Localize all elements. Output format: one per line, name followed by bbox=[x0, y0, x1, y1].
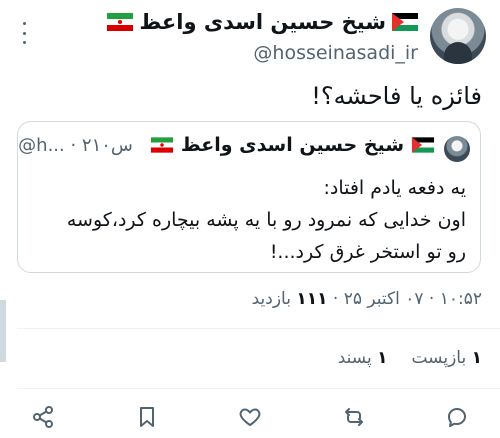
quoted-tweet-header: @h... · ۲۱۰س شیخ حسین اسدی واعظ bbox=[18, 134, 436, 156]
quoted-tweet-card[interactable]: @h... · ۲۱۰س شیخ حسین اسدی واعظ یه دفعه … bbox=[17, 121, 481, 273]
likes-stat[interactable]: ۱ پسند bbox=[338, 348, 388, 368]
quoted-tweet-meta: @h... · ۲۱۰س bbox=[18, 134, 133, 156]
divider bbox=[17, 388, 500, 389]
likes-count: ۱ bbox=[377, 348, 388, 368]
share-icon bbox=[33, 406, 53, 428]
author-name-row[interactable]: شیخ حسین اسدی واعظ bbox=[107, 10, 418, 34]
quoted-line: اون خدایی که نمرود رو با یه پشه بیچاره ک… bbox=[66, 209, 466, 231]
quoted-tweet-text: یه دفعه یادم افتاد: اون خدایی که نمرود ر… bbox=[32, 172, 466, 268]
divider bbox=[17, 328, 500, 329]
iran-flag-icon bbox=[150, 137, 173, 153]
quoted-handle: @h... bbox=[18, 134, 65, 156]
reposts-count: ۱ bbox=[471, 348, 482, 368]
author-display-name[interactable]: شیخ حسین اسدی واعظ bbox=[139, 10, 386, 34]
quoted-line: رو تو استخر غرق کرد...! bbox=[269, 241, 466, 263]
views-count: ۱۱۱ bbox=[296, 289, 328, 309]
reposts-stat[interactable]: ۱ بازپست bbox=[411, 348, 482, 368]
like-button[interactable] bbox=[235, 402, 265, 432]
quoted-line: یه دفعه یادم افتاد: bbox=[323, 177, 466, 199]
engagement-stats: ۱ بازپست ۱ پسند bbox=[338, 348, 482, 368]
repost-button[interactable] bbox=[339, 402, 369, 432]
author-avatar[interactable] bbox=[430, 8, 486, 64]
views-label: بازدید bbox=[251, 289, 291, 309]
reply-button[interactable] bbox=[442, 402, 472, 432]
tweet-timestamp: ۱۰:۵۲ · ۰۷ اکتبر ۲۵ · ۱۱۱ بازدید bbox=[251, 289, 482, 309]
timestamp-time: ۱۰:۵۲ bbox=[439, 289, 482, 309]
bookmark-button[interactable] bbox=[132, 402, 162, 432]
palestine-flag-icon bbox=[392, 13, 418, 31]
reposts-label: بازپست bbox=[411, 348, 467, 368]
quoted-author-avatar bbox=[444, 136, 470, 162]
bookmark-icon bbox=[139, 407, 154, 427]
palestine-flag-icon bbox=[411, 137, 435, 153]
repost-icon bbox=[344, 408, 363, 426]
likes-label: پسند bbox=[337, 348, 372, 368]
timestamp-date: ۰۷ اکتبر ۲۵ bbox=[343, 289, 424, 309]
quoted-author-name: شیخ حسین اسدی واعظ bbox=[180, 134, 404, 156]
quoted-age: ۲۱۰س bbox=[81, 134, 133, 156]
scroll-indicator bbox=[0, 300, 6, 362]
heart-icon bbox=[239, 408, 261, 426]
tweet-actions bbox=[28, 402, 472, 432]
share-button[interactable] bbox=[28, 402, 58, 432]
more-options-icon[interactable] bbox=[21, 22, 27, 44]
tweet-text: فائزه یا فاحشه؟! bbox=[311, 82, 482, 110]
reply-icon bbox=[448, 408, 466, 427]
iran-flag-icon bbox=[107, 13, 134, 31]
author-handle[interactable]: @hosseinasadi_ir bbox=[253, 42, 418, 64]
